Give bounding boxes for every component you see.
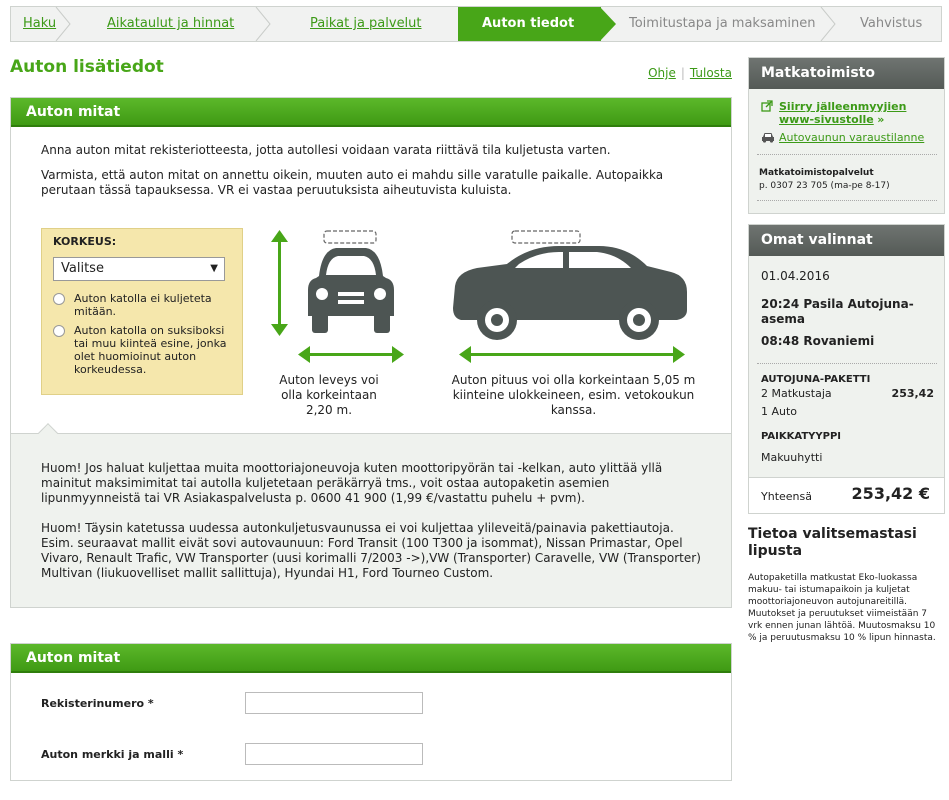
notice-vans: Huom! Täysin katetussa uudessa autonkulj… (41, 521, 701, 580)
radio-no-roof-load[interactable]: Auton katolla ei kuljeteta mitään. (53, 292, 231, 318)
panel-heading: Auton mitat (11, 644, 731, 673)
travel-agency-box: Matkatoimisto Siirry jälleenmyyjien www-… (748, 57, 945, 214)
car-info-form-panel: Auton mitat Rekisterinumero * Auton merk… (10, 643, 732, 781)
car-dimensions-panel: Auton mitat Anna auton mitat rekisteriot… (10, 97, 732, 608)
agency-phone: p. 0307 23 705 (ma-pe 8-17) (759, 181, 890, 191)
step-confirmation: Vahvistus (860, 16, 923, 31)
step-schedules-link[interactable]: Aikataulut ja hinnat (107, 16, 234, 31)
notice-box: Huom! Jos haluat kuljettaa muita moottor… (11, 423, 731, 607)
top-links: Ohje | Tulosta (648, 66, 732, 80)
total-label: Yhteensä (761, 490, 812, 503)
intro-text: Anna auton mitat rekisteriotteesta, jott… (41, 143, 664, 197)
width-caption: Auton leveys voi olla korkeintaan 2,20 m… (279, 373, 379, 417)
print-link[interactable]: Tulosta (690, 66, 732, 80)
step-search[interactable]: Haku (11, 7, 71, 41)
progress-steps: Haku Aikataulut ja hinnat Paikat ja palv… (10, 6, 942, 42)
reseller-link-row[interactable]: Siirry jälleenmyyjien www-sivustolle » (761, 100, 931, 126)
arrival-info: 08:48 Rovaniemi (761, 334, 875, 348)
height-label: KORKEUS: (53, 235, 117, 248)
package-cars: 1 Auto (761, 405, 798, 418)
step-separator-icon (255, 7, 271, 41)
travel-agency-heading: Matkatoimisto (749, 58, 944, 89)
help-link[interactable]: Ohje (648, 66, 676, 80)
car-wagon-status-link[interactable]: Autovaunun varaustilanne (779, 131, 924, 144)
make-model-input[interactable] (245, 743, 423, 765)
ticket-info-title: Tietoa valitsemastasi lipusta (748, 526, 917, 559)
departure-info: 20:24 Pasila Autojuna-asema (761, 297, 914, 326)
length-caption: Auton pituus voi olla korkeintaan 5,05 m… (451, 373, 696, 417)
car-icon (762, 133, 774, 143)
total-box: Yhteensä 253,42 € (749, 477, 944, 513)
notice-motorcycle: Huom! Jos haluat kuljettaa muita moottor… (41, 461, 663, 505)
my-selections-box: Omat valinnat 01.04.2016 20:24 Pasila Au… (748, 224, 945, 514)
car-wagon-status-row[interactable]: Autovaunun varaustilanne (761, 131, 931, 144)
ticket-info-text: Autopaketilla matkustat Eko-luokassa mak… (748, 573, 936, 643)
agency-services-title: Matkatoimistopalvelut (759, 168, 874, 178)
package-price: 253,42 (891, 387, 934, 400)
my-selections-heading: Omat valinnat (749, 225, 944, 256)
radio-button[interactable] (53, 293, 65, 305)
car-side-length-icon (453, 230, 687, 363)
step-car-details: Auton tiedot (458, 7, 616, 41)
reseller-link[interactable]: Siirry jälleenmyyjien www-sivustolle (779, 100, 906, 126)
step-search-link[interactable]: Haku (23, 16, 56, 31)
make-model-label: Auton merkki ja malli * (41, 748, 184, 761)
step-schedules[interactable]: Aikataulut ja hinnat (71, 7, 271, 41)
total-price: 253,42 € (851, 484, 930, 503)
chevron-down-icon: ▼ (210, 263, 218, 274)
seat-type-title: PAIKKATYYPPI (761, 431, 842, 442)
radio-button[interactable] (53, 325, 65, 337)
registration-input[interactable] (245, 692, 423, 714)
package-title: AUTOJUNA-PAKETTI (761, 374, 871, 385)
external-link-icon (761, 100, 773, 112)
height-box: KORKEUS: Valitse ▼ Auton katolla ei kulj… (41, 228, 243, 395)
seat-type-value: Makuuhytti (761, 451, 823, 464)
step-delivery-payment: Toimitustapa ja maksaminen (601, 7, 836, 41)
step-seats[interactable]: Paikat ja palvelut (271, 7, 458, 41)
radio-roof-box[interactable]: Auton katolla on suksiboksi tai muu kiin… (53, 324, 231, 376)
car-front-width-icon (271, 230, 404, 363)
registration-label: Rekisterinumero * (41, 697, 154, 710)
package-passengers: 2 Matkustaja (761, 387, 832, 400)
step-seats-link[interactable]: Paikat ja palvelut (310, 16, 422, 31)
step-separator-icon (55, 7, 71, 41)
panel-heading: Auton mitat (11, 98, 731, 127)
height-select[interactable]: Valitse ▼ (53, 257, 225, 281)
travel-date: 01.04.2016 (761, 269, 830, 283)
page-title: Auton lisätiedot (10, 57, 164, 77)
step-separator-icon (820, 7, 836, 41)
